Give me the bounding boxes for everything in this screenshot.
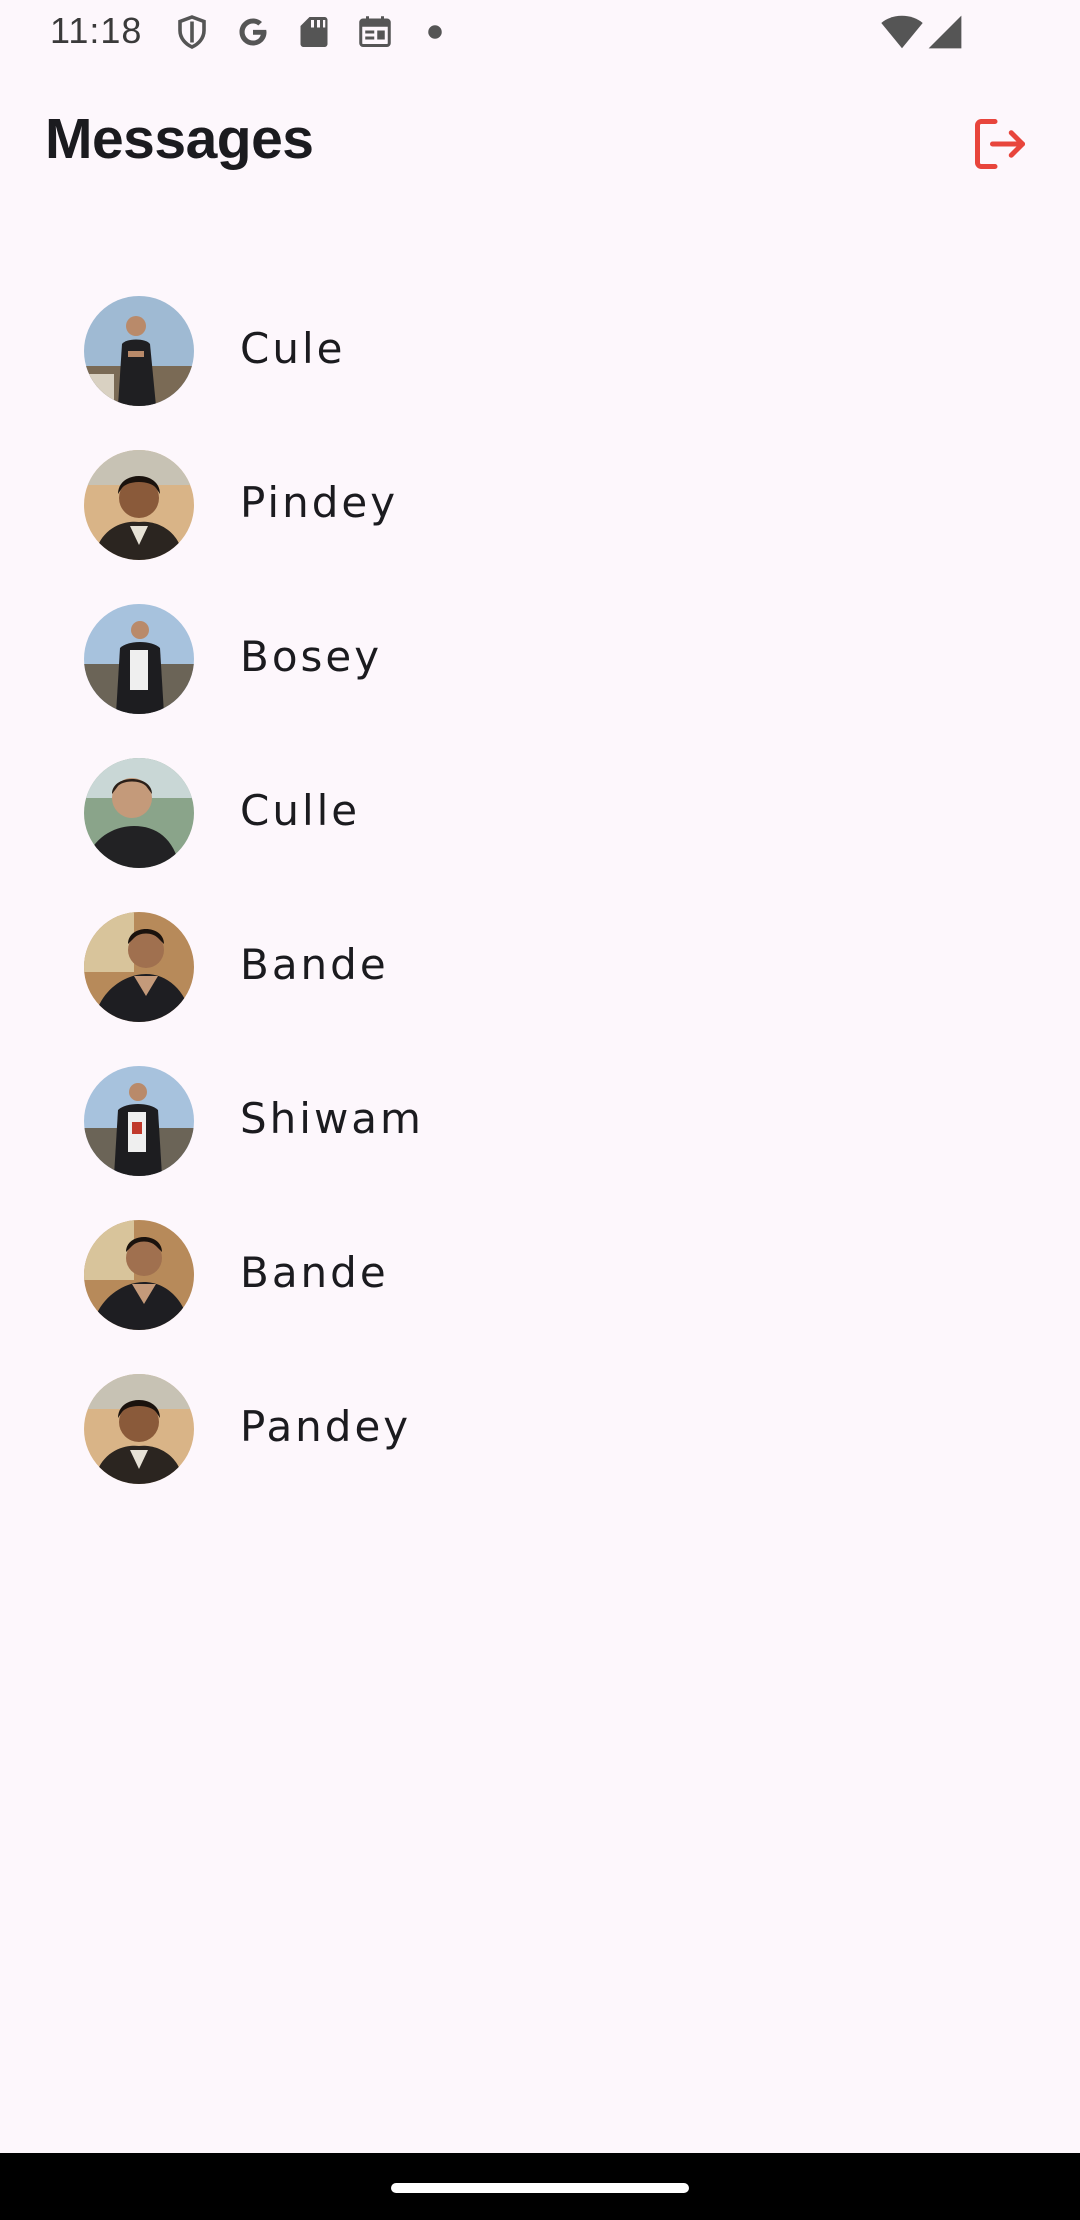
contact-item[interactable]: Culle — [0, 738, 1080, 892]
navigation-bar — [0, 2153, 1080, 2220]
status-bar: 11:18 — [0, 0, 1080, 66]
calendar-icon — [357, 14, 393, 50]
contact-name: Bande — [240, 1248, 389, 1297]
contact-item[interactable]: Pandey — [0, 1354, 1080, 1508]
notification-dot-icon — [426, 14, 444, 50]
avatar — [84, 912, 194, 1022]
contact-name: Culle — [240, 786, 361, 835]
sd-card-icon — [296, 14, 332, 50]
google-icon — [235, 14, 271, 50]
avatar — [84, 1220, 194, 1330]
avatar — [84, 604, 194, 714]
home-indicator[interactable] — [391, 2183, 689, 2193]
contact-item[interactable]: Cule — [0, 276, 1080, 430]
contact-name: Pindey — [240, 478, 399, 527]
contact-item[interactable]: Bande — [0, 892, 1080, 1046]
avatar — [84, 450, 194, 560]
logout-button[interactable] — [968, 112, 1032, 176]
contact-item[interactable]: Bosey — [0, 584, 1080, 738]
contact-name: Cule — [240, 324, 346, 373]
logout-icon — [975, 119, 1025, 169]
contact-name: Shiwam — [240, 1094, 424, 1143]
contact-item[interactable]: Bande — [0, 1200, 1080, 1354]
cellular-signal-icon — [926, 14, 964, 50]
page-title: Messages — [45, 107, 314, 171]
contact-item[interactable]: Pindey — [0, 430, 1080, 584]
avatar — [84, 1374, 194, 1484]
contact-name: Bosey — [240, 632, 383, 681]
contact-name: Bande — [240, 940, 389, 989]
wifi-icon — [880, 14, 924, 50]
avatar — [84, 296, 194, 406]
contact-list: Cule Pindey Bosey Culle Bande Shiwam Ban… — [0, 276, 1080, 1508]
avatar — [84, 1066, 194, 1176]
shield-icon — [174, 14, 210, 50]
contact-item[interactable]: Shiwam — [0, 1046, 1080, 1200]
status-time: 11:18 — [50, 10, 143, 51]
avatar — [84, 758, 194, 868]
contact-name: Pandey — [240, 1402, 412, 1451]
